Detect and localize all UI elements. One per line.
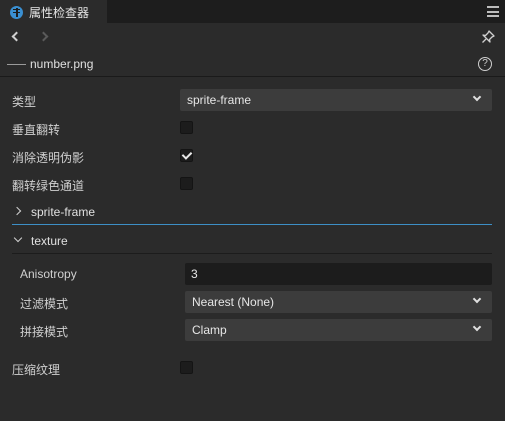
prop-anisotropy: Anisotropy 3 xyxy=(0,260,505,288)
hamburger-menu-icon[interactable] xyxy=(487,6,499,17)
chevron-left-icon xyxy=(11,31,22,42)
chevron-right-icon xyxy=(38,31,49,42)
type-select[interactable]: sprite-frame xyxy=(180,89,492,111)
prop-filter-mode-label: 过滤模式 xyxy=(20,297,69,311)
wrap-mode-select[interactable]: Clamp xyxy=(185,319,492,341)
filter-mode-select[interactable]: Nearest (None) xyxy=(185,291,492,313)
flip-green-checkbox[interactable] xyxy=(180,177,193,190)
prop-flip-green-label: 翻转绿色通道 xyxy=(12,179,85,193)
flip-vertical-checkbox[interactable] xyxy=(180,121,193,134)
tab-inspector[interactable]: 属性检查器 xyxy=(0,0,107,23)
chevron-down-icon xyxy=(472,92,482,102)
inspector-toolbar xyxy=(0,23,505,51)
section-texture-label: texture xyxy=(31,234,68,248)
prop-type-label: 类型 xyxy=(12,95,37,109)
section-texture[interactable]: texture xyxy=(0,228,505,254)
inspector-icon xyxy=(10,5,23,19)
wrap-mode-value: Clamp xyxy=(192,323,227,337)
prop-filter-mode: 过滤模式 Nearest (None) xyxy=(0,288,505,316)
pin-icon[interactable] xyxy=(481,30,495,44)
prop-compress-texture-label: 压缩纹理 xyxy=(12,363,61,377)
anisotropy-input[interactable]: 3 xyxy=(185,263,492,285)
prop-flip-vertical-label: 垂直翻转 xyxy=(12,123,61,137)
chevron-down-icon xyxy=(13,233,23,243)
prop-remove-alpha: 消除透明伪影 xyxy=(0,142,505,170)
section-divider xyxy=(12,253,492,254)
prop-flip-vertical: 垂直翻转 xyxy=(0,114,505,142)
prop-flip-green: 翻转绿色通道 xyxy=(0,170,505,198)
prop-remove-alpha-label: 消除透明伪影 xyxy=(12,151,85,165)
compress-texture-checkbox[interactable] xyxy=(180,361,193,374)
section-divider-active xyxy=(12,224,492,225)
panel-tab-bar: 属性检查器 xyxy=(0,0,505,23)
forward-button[interactable] xyxy=(38,30,53,44)
prop-compress-texture: 压缩纹理 xyxy=(0,354,505,382)
filter-mode-value: Nearest (None) xyxy=(192,295,275,309)
tab-inspector-label: 属性检查器 xyxy=(29,5,90,20)
remove-alpha-checkbox[interactable] xyxy=(180,149,193,162)
anisotropy-value: 3 xyxy=(191,267,198,281)
section-sprite-frame[interactable]: sprite-frame xyxy=(0,199,505,225)
prop-anisotropy-label: Anisotropy xyxy=(20,267,77,281)
help-icon[interactable]: ? xyxy=(478,57,492,71)
prop-wrap-mode-label: 拼接模式 xyxy=(20,325,69,339)
asset-name: number.png xyxy=(30,57,94,71)
prop-wrap-mode: 拼接模式 Clamp xyxy=(0,316,505,344)
back-button[interactable] xyxy=(9,30,23,44)
section-sprite-frame-label: sprite-frame xyxy=(31,205,96,219)
type-select-value: sprite-frame xyxy=(187,93,252,107)
chevron-down-icon xyxy=(472,294,482,304)
prop-type: 类型 sprite-frame xyxy=(0,86,505,114)
asset-header: number.png ? xyxy=(0,51,505,77)
asset-line-icon xyxy=(7,64,26,65)
chevron-down-icon xyxy=(472,322,482,332)
chevron-right-icon xyxy=(12,206,22,216)
